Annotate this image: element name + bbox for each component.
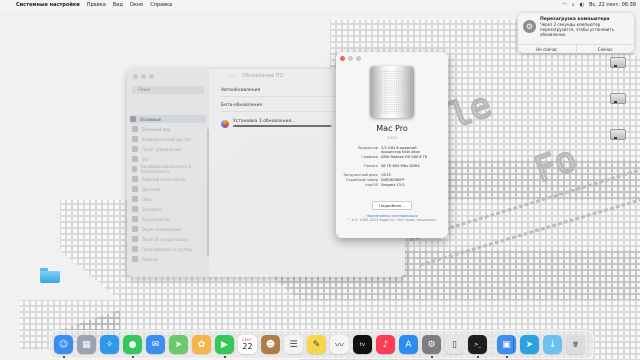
drive-icon[interactable] (610, 52, 626, 72)
telegram-icon[interactable]: ➤ (520, 335, 539, 354)
spec-row-macos: macOS Sequoia 15.0 (365, 183, 405, 187)
dock-separator (513, 336, 514, 353)
more-info-button[interactable]: Подробнее... (372, 201, 412, 210)
maps-icon[interactable]: ➤ (169, 335, 188, 354)
spec-row-memory: Память 48 ГБ 800 MHz DDR4 (364, 164, 420, 168)
sidebar-item-screensaver[interactable]: Заставка (132, 205, 161, 213)
spec-row-graphics: Графика AMD Radeon RX 580 8 ГБ (361, 155, 428, 159)
macos-update-icon (221, 120, 229, 128)
mac-pro-image (370, 66, 414, 118)
sidebar-item-users[interactable]: Пользователи и группы (132, 245, 192, 253)
beta-updates-label: Бета-обновления (221, 103, 262, 108)
menu-app-name[interactable]: Системные настройки (16, 2, 80, 8)
sidebar-item-displays[interactable]: Дисплеи (132, 185, 160, 193)
sidebar-item-accessibility[interactable]: Универсальный доступ (132, 135, 191, 143)
sidebar-item-privacy[interactable]: Конфиденциальность и безопасность (132, 164, 209, 174)
contacts-icon[interactable]: ☻ (261, 335, 280, 354)
sidebar-item-wallpaper[interactable]: Обои (132, 195, 153, 203)
close-icon[interactable] (340, 56, 345, 61)
menu-bar: Системные настройки Правка Вид Окно Спра… (0, 0, 640, 10)
trash-icon[interactable]: 🗑 (566, 335, 585, 354)
menu-clock[interactable]: Вс, 22 сент. 06:38 (589, 2, 636, 8)
tv-icon[interactable]: tv (353, 335, 372, 354)
sidebar-item-lock-screen[interactable]: Экран блокировки (132, 225, 181, 233)
mac-model-name: Mac Pro (376, 124, 408, 133)
running-indicator (63, 356, 65, 358)
spec-row-serial: Серийный номер DVB3K0BEPF (345, 178, 405, 182)
running-indicator (431, 356, 433, 358)
window-controls[interactable] (340, 56, 361, 61)
facetime-icon[interactable]: ▶ (215, 335, 234, 354)
running-indicator (224, 356, 226, 358)
settings-sidebar: Поиск Основные Внешний вид Универсальный… (127, 69, 209, 277)
window-title: Обновление ПО (242, 73, 284, 79)
mail-icon[interactable]: ✉ (146, 335, 165, 354)
notification-body: Через 2 секунды компьютер перезагрузится… (540, 22, 614, 37)
terminal-icon[interactable]: >_ (468, 335, 487, 354)
spec-row-cpu: Процессор 3,5 GHz 6-ядерный процессор Int… (357, 146, 421, 155)
running-indicator (506, 356, 508, 358)
restart-now-button[interactable]: Сейчас (577, 45, 635, 54)
install-status-text: Установка 1 обновления... (233, 119, 296, 124)
calendar-icon[interactable]: СЕНТ. 22 (238, 335, 257, 354)
restart-notification[interactable]: ⚙ Перезагрузка компьютера Через 2 секунд… (518, 13, 635, 54)
install-progress-bar (233, 125, 333, 127)
photos-icon[interactable]: ✿ (192, 335, 211, 354)
sidebar-item-siri[interactable]: Siri (132, 155, 148, 163)
status-area: ◠ ⌕ ◐ Вс, 22 сент. 06:38 (563, 0, 636, 10)
iphone-mirroring-icon[interactable]: ▯ (445, 335, 464, 354)
auto-updates-label[interactable]: Автообновления (221, 88, 260, 93)
menu-edit[interactable]: Правка (87, 2, 106, 8)
back-forward-icon[interactable]: ‹ › (229, 73, 235, 79)
sidebar-item-appearance[interactable]: Внешний вид (132, 125, 170, 133)
running-indicator (477, 356, 479, 358)
wifi-icon[interactable]: ◠ (563, 2, 567, 8)
reminders-icon[interactable]: ☰ (284, 335, 303, 354)
music-icon[interactable]: ♪ (376, 335, 395, 354)
drive-icon[interactable] (610, 88, 626, 108)
not-now-button[interactable]: Не сейчас (518, 45, 577, 54)
freeform-icon[interactable]: 〰 (330, 335, 349, 354)
system-settings-icon[interactable]: ⚙ (422, 335, 441, 354)
finder-icon[interactable]: ☺ (54, 335, 73, 354)
downloads-folder-icon[interactable]: ↓ (543, 335, 562, 354)
window-controls[interactable] (133, 74, 154, 79)
desktop-folder-icon[interactable] (40, 268, 60, 283)
dock: ☺ ▦ ✧ ● ✉ ➤ ✿ ▶ СЕНТ. 22 ☻ ☰ ✎ 〰 tv ♪ A ⚙ ▯ >_ ▣ ➤ ↓ 🗑 (49, 330, 594, 359)
sidebar-item-passwords[interactable]: Пароли (132, 255, 158, 263)
search-icon[interactable]: ⌕ (572, 2, 575, 8)
sidebar-item-general[interactable]: Основные (130, 115, 206, 123)
sidebar-item-desktop-dock[interactable]: Рабочий стол и Dock (132, 175, 185, 183)
control-center-icon[interactable]: ◐ (580, 2, 584, 8)
sidebar-item-touch-id[interactable]: Touch ID и код-пароль (132, 235, 188, 243)
menu-view[interactable]: Вид (113, 2, 123, 8)
sidebar-item-battery[interactable]: Аккумулятор (132, 215, 170, 223)
menu-help[interactable]: Справка (150, 2, 172, 8)
sidebar-item-control-center[interactable]: Пункт управления (132, 145, 181, 153)
settings-gear-icon: ⚙ (523, 20, 536, 33)
sidebar-scrollbar[interactable] (207, 129, 209, 257)
safari-icon[interactable]: ✧ (100, 335, 119, 354)
menu-window[interactable]: Окно (130, 2, 143, 8)
about-this-mac-window: Mac Pro 2019 Процессор 3,5 GHz 6-ядерный … (336, 52, 448, 238)
messages-icon[interactable]: ● (123, 335, 142, 354)
legal-text: Нормативная сертификация ™ и © 1983–2024… (347, 214, 437, 223)
launchpad-icon[interactable]: ▦ (77, 335, 96, 354)
app-store-icon[interactable]: A (399, 335, 418, 354)
mac-model-year: 2019 (387, 135, 397, 140)
spec-row-startup-disk: Загрузочный диск OS13 (343, 173, 391, 177)
drive-icon[interactable] (610, 124, 626, 144)
search-field[interactable]: Поиск (132, 86, 204, 94)
notes-icon[interactable]: ✎ (307, 335, 326, 354)
running-indicator (132, 356, 134, 358)
